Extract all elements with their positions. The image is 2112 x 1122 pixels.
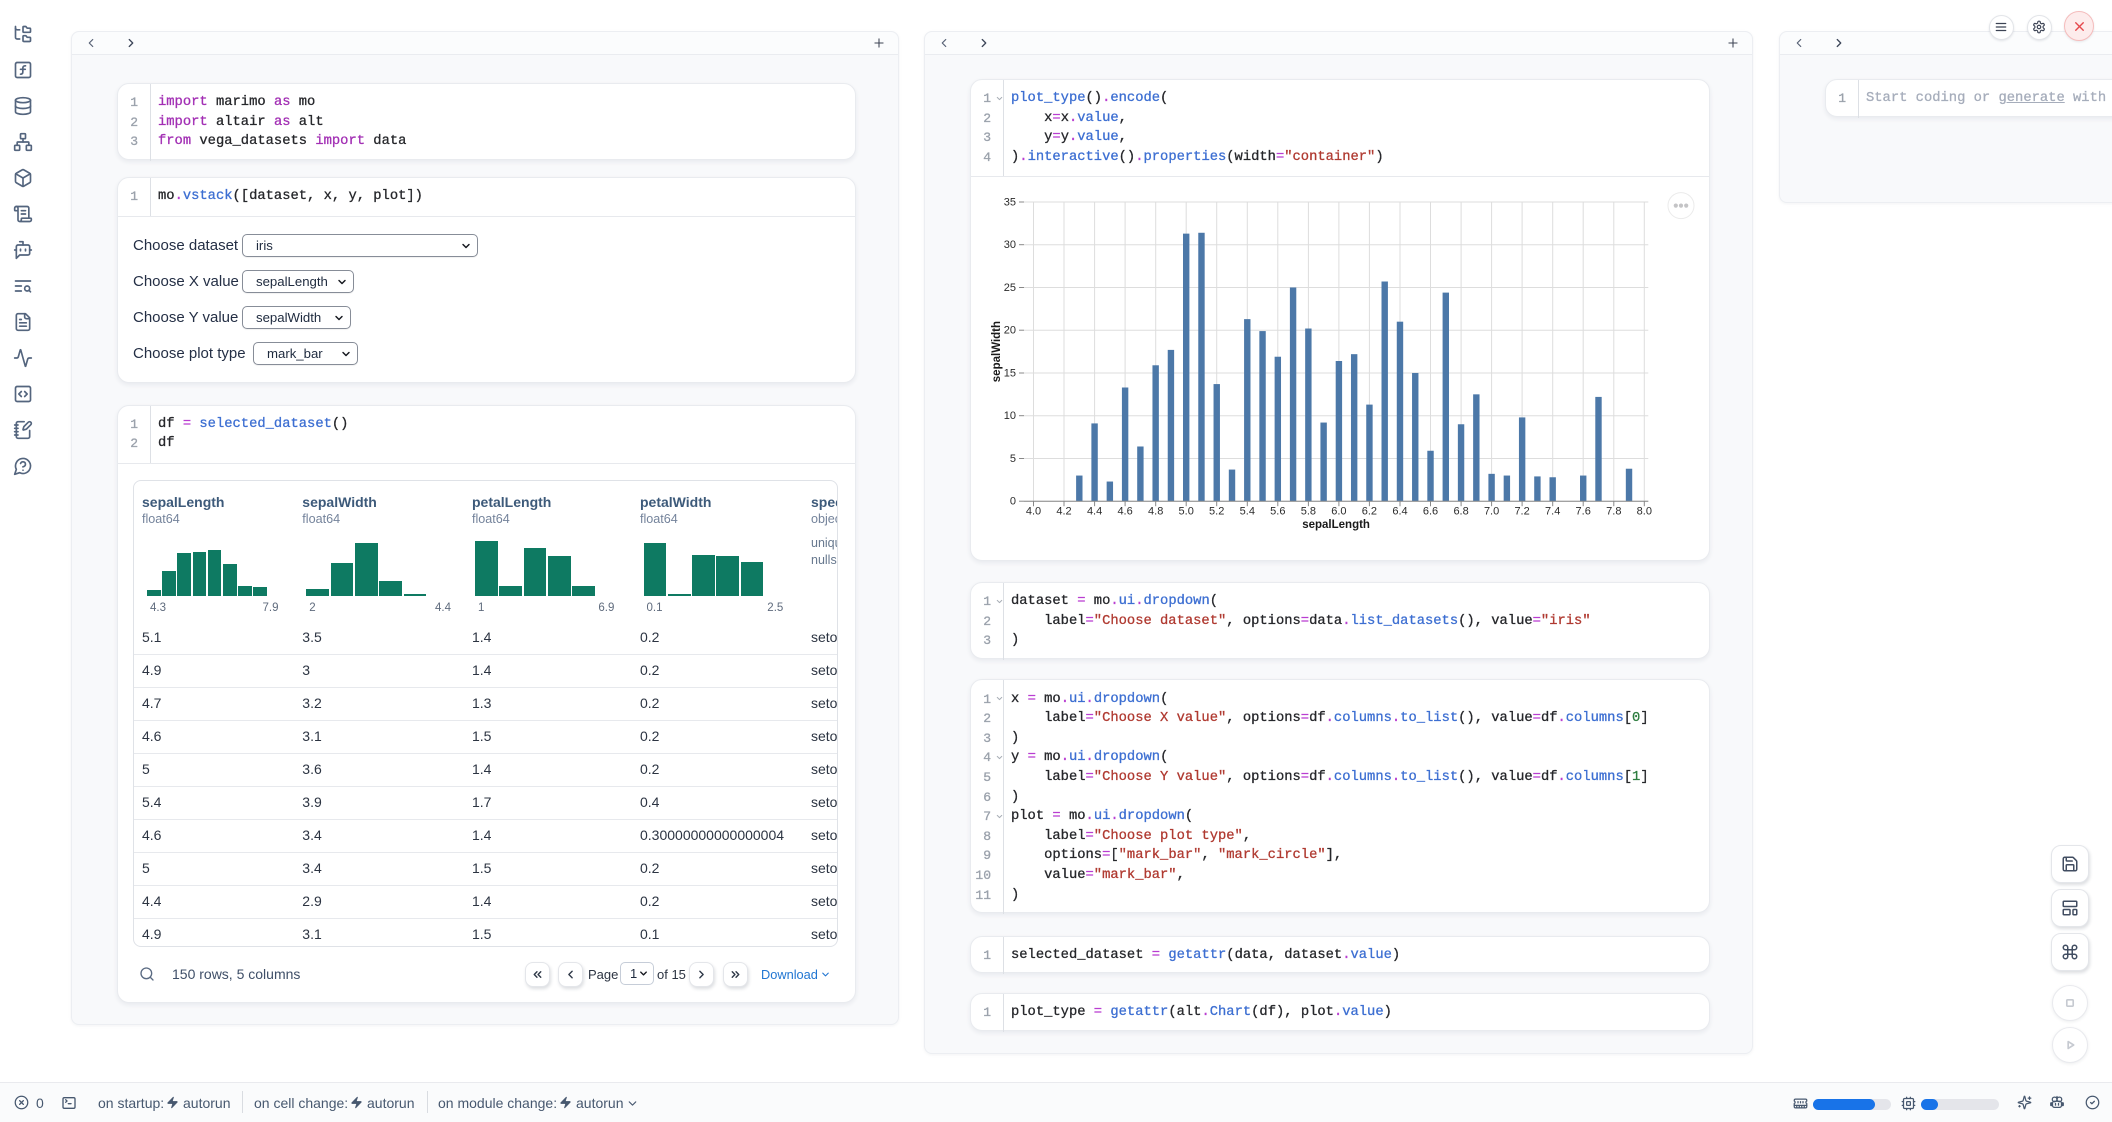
svg-text:5.8: 5.8: [1301, 506, 1316, 518]
svg-text:7.6: 7.6: [1576, 506, 1591, 518]
svg-text:6.6: 6.6: [1423, 506, 1438, 518]
svg-text:7.2: 7.2: [1514, 506, 1529, 518]
svg-text:5: 5: [1010, 453, 1016, 465]
svg-text:0: 0: [1010, 496, 1016, 508]
svg-text:5.2: 5.2: [1209, 506, 1224, 518]
svg-text:4.0: 4.0: [1026, 506, 1041, 518]
svg-text:5.0: 5.0: [1179, 506, 1194, 518]
svg-text:sepalLength: sepalLength: [1302, 519, 1370, 531]
svg-text:6.0: 6.0: [1331, 506, 1346, 518]
svg-text:6.4: 6.4: [1392, 506, 1407, 518]
svg-text:30: 30: [1004, 240, 1016, 252]
svg-text:sepalWidth: sepalWidth: [991, 321, 1003, 382]
svg-text:4.8: 4.8: [1148, 506, 1163, 518]
svg-text:4.2: 4.2: [1056, 506, 1071, 518]
svg-text:25: 25: [1004, 282, 1016, 294]
svg-text:7.0: 7.0: [1484, 506, 1499, 518]
svg-text:20: 20: [1004, 325, 1016, 337]
svg-text:6.2: 6.2: [1362, 506, 1377, 518]
svg-text:35: 35: [1004, 197, 1016, 209]
svg-text:6.8: 6.8: [1453, 506, 1468, 518]
svg-text:15: 15: [1004, 368, 1016, 380]
svg-text:4.6: 4.6: [1117, 506, 1132, 518]
svg-text:7.4: 7.4: [1545, 506, 1560, 518]
svg-text:7.8: 7.8: [1606, 506, 1621, 518]
svg-text:10: 10: [1004, 411, 1016, 423]
svg-text:8.0: 8.0: [1637, 506, 1652, 518]
svg-text:5.4: 5.4: [1240, 506, 1255, 518]
svg-text:4.4: 4.4: [1087, 506, 1102, 518]
svg-text:5.6: 5.6: [1270, 506, 1285, 518]
